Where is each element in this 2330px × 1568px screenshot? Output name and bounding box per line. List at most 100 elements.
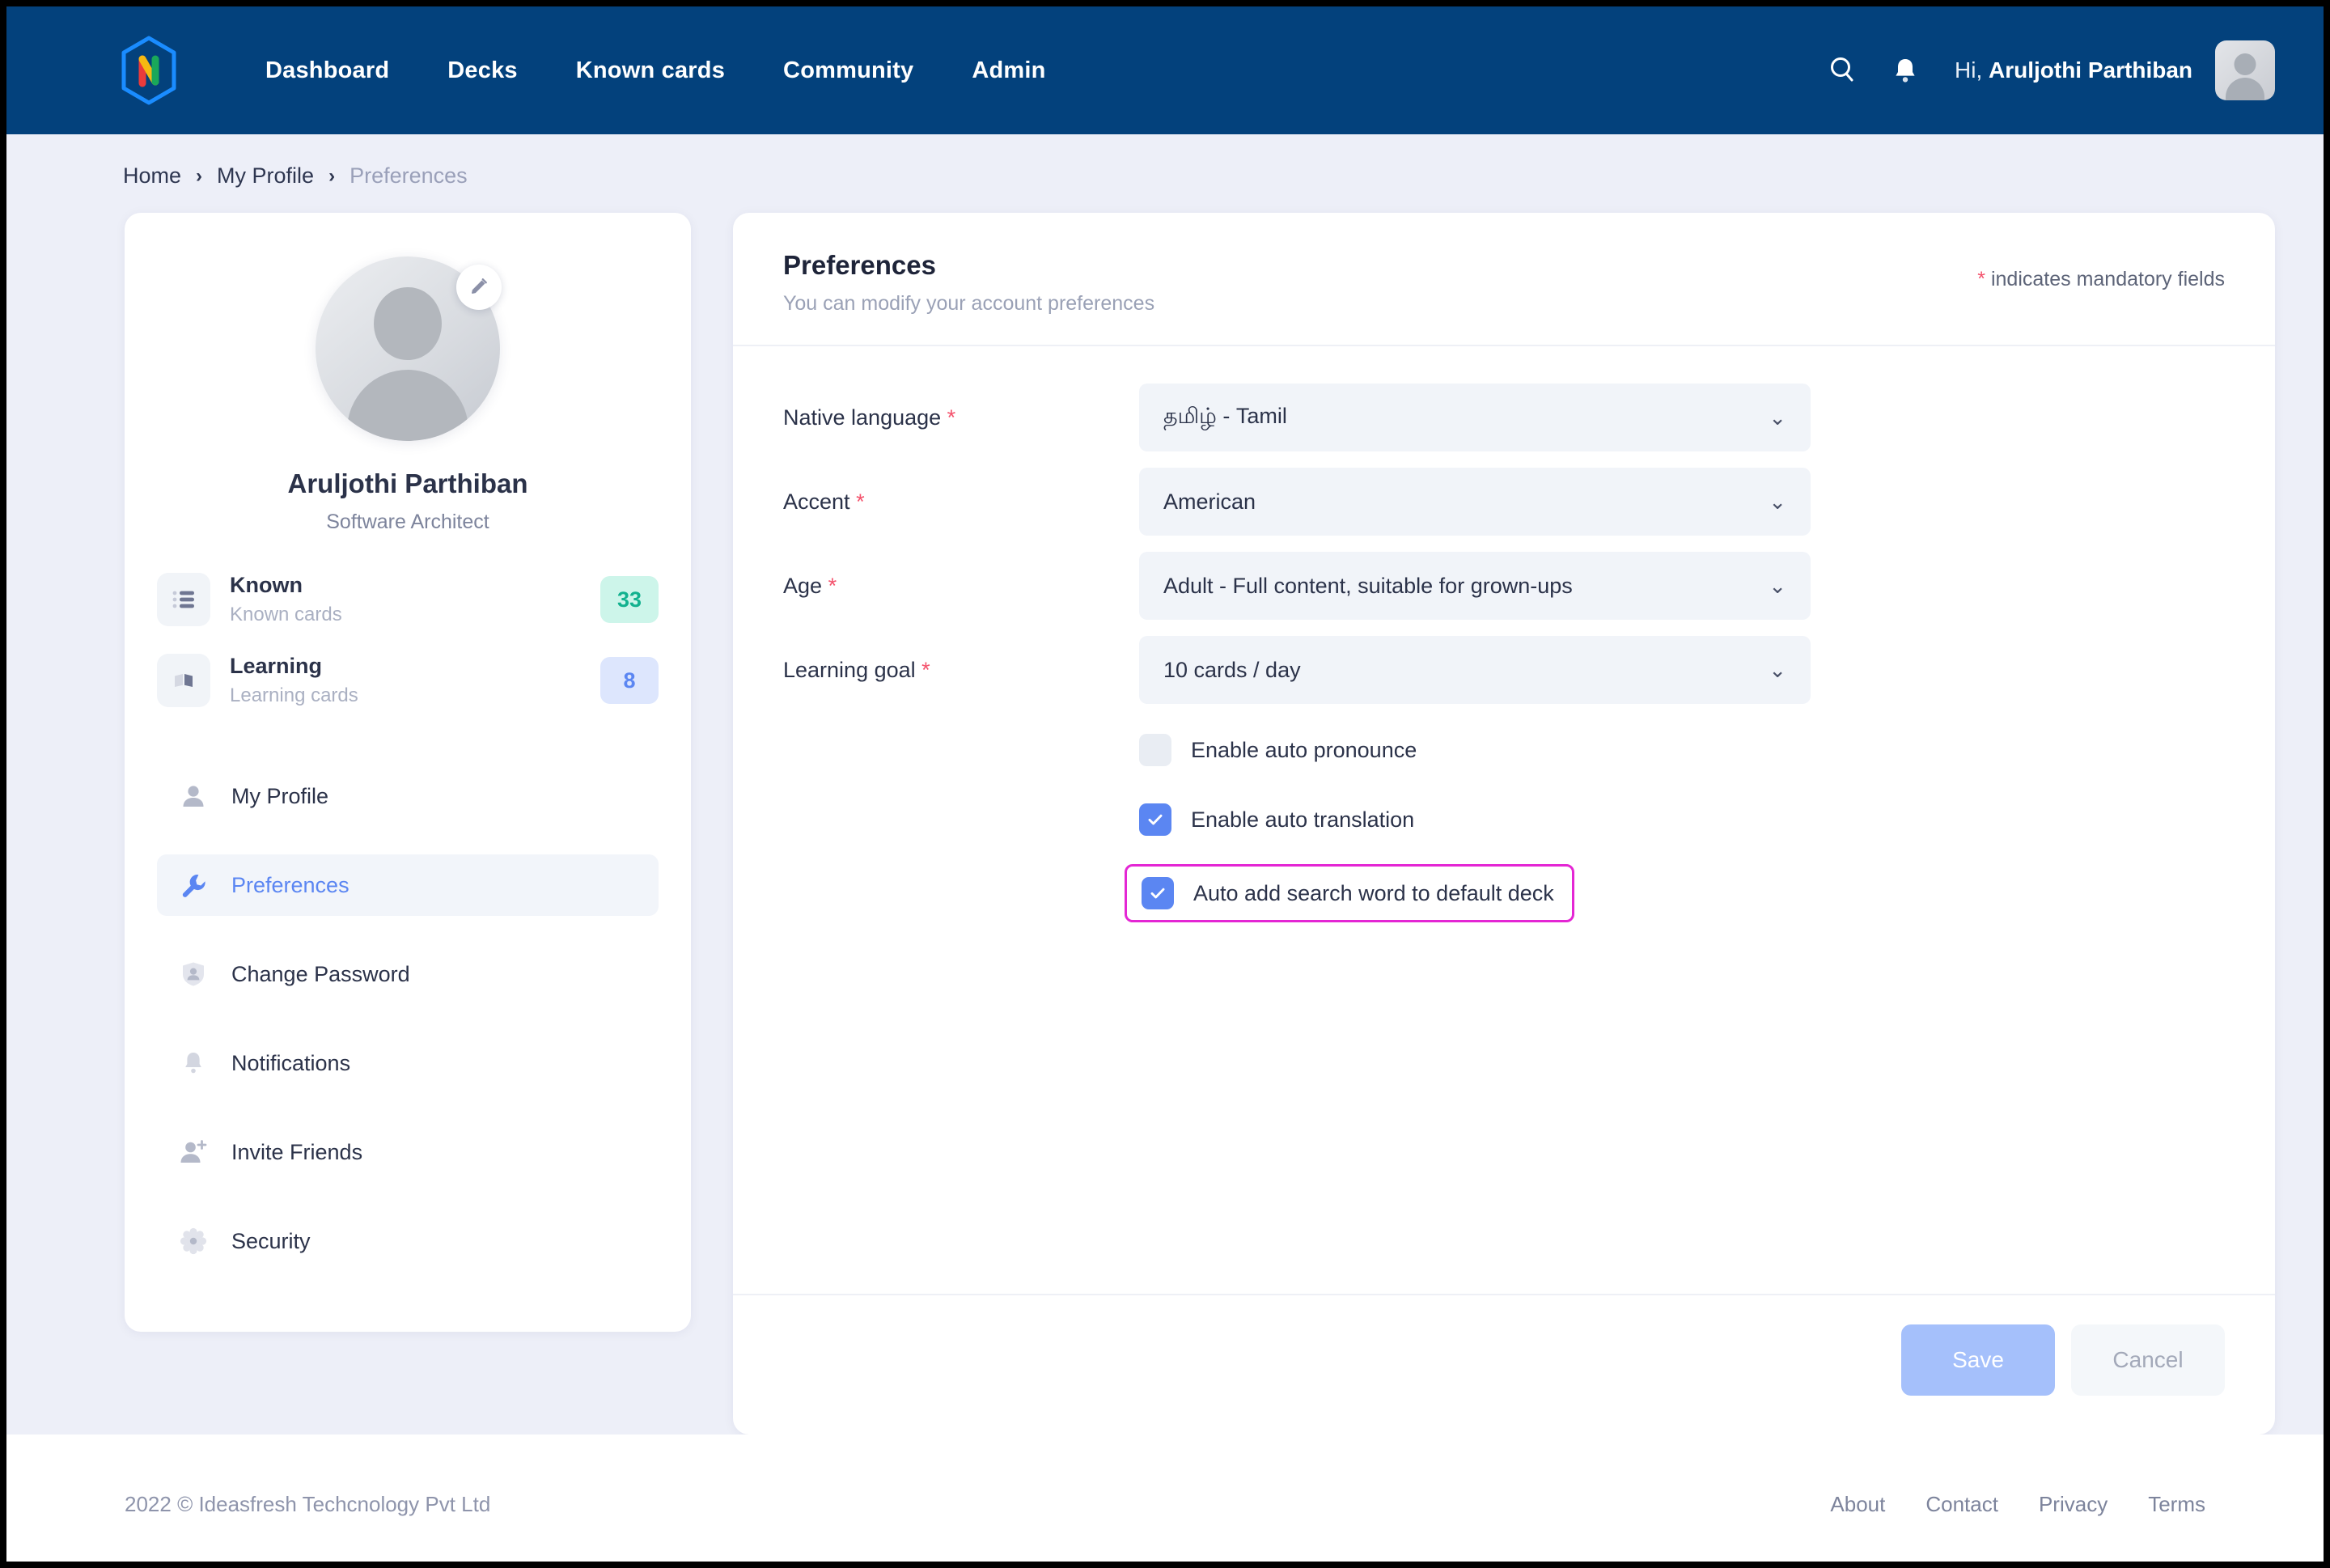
main-nav: Dashboard Decks Known cards Community Ad…	[236, 57, 1075, 84]
greeting-username: Aruljothi Parthiban	[1989, 57, 2192, 83]
chevron-down-icon: ⌄	[1769, 489, 1786, 514]
accent-value: American	[1163, 489, 1256, 514]
bell-icon	[1896, 59, 1915, 83]
preferences-checkbox-group: Enable auto pronounce Enable auto transl…	[783, 725, 2225, 922]
bell-icon	[178, 1048, 209, 1079]
check-icon	[1150, 888, 1165, 899]
field-accent: Accent * American ⌄	[783, 468, 2225, 536]
stat-learning-subtitle: Learning cards	[230, 684, 358, 706]
native-language-value: தமிழ் - Tamil	[1163, 403, 1287, 428]
mandatory-note-text: indicates mandatory fields	[1990, 268, 2225, 290]
book-icon-box	[157, 654, 210, 707]
age-select[interactable]: Adult - Full content, suitable for grown…	[1139, 552, 1811, 620]
checkbox-auto-add-search-word[interactable]	[1142, 877, 1174, 909]
app-logo[interactable]	[112, 33, 186, 108]
sidebar-item-my-profile[interactable]: My Profile	[157, 765, 659, 827]
sidebar-item-label: Preferences	[231, 872, 350, 897]
page-subtitle: You can modify your account preferences	[783, 292, 1155, 315]
checkbox-enable-auto-translation[interactable]	[1139, 803, 1171, 836]
field-label-text: Accent	[783, 489, 850, 514]
gear-icon	[178, 1226, 209, 1257]
footer-links: About Contact Privacy Terms	[1830, 1492, 2205, 1517]
nav-link-community[interactable]: Community	[754, 57, 943, 84]
nav-link-admin[interactable]: Admin	[943, 57, 1074, 84]
panel-header-text: Preferences You can modify your account …	[783, 250, 1154, 316]
stat-known[interactable]: Known Known cards 33	[157, 573, 659, 626]
avatar-body	[347, 370, 468, 441]
footer-link-privacy[interactable]: Privacy	[2039, 1492, 2108, 1517]
preferences-form: Native language * தமிழ் - Tamil ⌄ Accent…	[733, 346, 2275, 1294]
checkbox-label: Enable auto pronounce	[1191, 737, 1417, 762]
breadcrumb-item-my-profile[interactable]: My Profile	[217, 163, 314, 189]
checkbox-enable-auto-pronounce[interactable]	[1139, 734, 1171, 766]
checkbox-label: Auto add search word to default deck	[1193, 880, 1554, 905]
sidebar-item-security[interactable]: Security	[157, 1210, 659, 1272]
nav-link-decks[interactable]: Decks	[418, 57, 546, 84]
search-button[interactable]	[1811, 39, 1874, 102]
panel-header: Preferences You can modify your account …	[733, 213, 2275, 346]
footer-link-terms[interactable]: Terms	[2148, 1492, 2205, 1517]
stat-learning[interactable]: Learning Learning cards 8	[157, 654, 659, 707]
chevron-down-icon: ⌄	[1769, 657, 1786, 682]
stat-known-title: Known	[230, 573, 303, 597]
breadcrumb: Home › My Profile › Preferences	[6, 134, 2324, 189]
sidebar-item-notifications[interactable]: Notifications	[157, 1032, 659, 1094]
app-window: Dashboard Decks Known cards Community Ad…	[6, 6, 2324, 1562]
save-button[interactable]: Save	[1901, 1324, 2055, 1396]
field-learning-goal: Learning goal * 10 cards / day ⌄	[783, 636, 2225, 704]
breadcrumb-separator: ›	[328, 164, 336, 187]
native-language-select[interactable]: தமிழ் - Tamil ⌄	[1139, 384, 1811, 451]
age-value: Adult - Full content, suitable for grown…	[1163, 573, 1573, 598]
checkbox-row-auto-add-search-word[interactable]: Auto add search word to default deck	[1125, 864, 1574, 922]
profile-sidebar-card: Aruljothi Parthiban Software Architect K…	[125, 213, 691, 1332]
required-asterisk: *	[947, 405, 956, 430]
footer-link-contact[interactable]: Contact	[1925, 1492, 1998, 1517]
wrench-icon	[178, 870, 209, 901]
avatar-head	[2234, 53, 2256, 75]
hexagon-logo-icon	[121, 36, 176, 105]
cancel-button[interactable]: Cancel	[2071, 1324, 2225, 1396]
profile-name: Aruljothi Parthiban	[287, 468, 528, 498]
checkbox-row-enable-auto-translation[interactable]: Enable auto translation	[1139, 795, 1414, 845]
sidebar-item-label: Invite Friends	[231, 1139, 363, 1164]
field-label-text: Native language	[783, 405, 942, 430]
person-icon	[178, 781, 209, 812]
checkbox-row-enable-auto-pronounce[interactable]: Enable auto pronounce	[1139, 725, 1417, 775]
page-content: Aruljothi Parthiban Software Architect K…	[6, 189, 2324, 1435]
sidebar-item-invite-friends[interactable]: Invite Friends	[157, 1121, 659, 1183]
page-footer: 2022 © Ideasfresh Techcnology Pvt Ltd Ab…	[6, 1435, 2324, 1562]
field-label: Accent *	[783, 489, 1139, 515]
sidebar-item-label: My Profile	[231, 783, 329, 808]
breadcrumb-item-home[interactable]: Home	[123, 163, 181, 189]
mandatory-fields-note: * indicates mandatory fields	[1977, 268, 2225, 291]
page-title: Preferences	[783, 250, 936, 280]
nav-link-known-cards[interactable]: Known cards	[547, 57, 754, 84]
breadcrumb-item-preferences: Preferences	[350, 163, 468, 188]
profile-nav: My Profile Preferences Change Password N…	[157, 765, 659, 1272]
sidebar-item-change-password[interactable]: Change Password	[157, 943, 659, 1005]
accent-select[interactable]: American ⌄	[1139, 468, 1811, 536]
chevron-down-icon: ⌄	[1769, 573, 1786, 598]
stat-known-badge: 33	[600, 576, 659, 623]
edit-avatar-button[interactable]	[456, 265, 502, 310]
stat-learning-text: Learning Learning cards	[230, 654, 581, 707]
notifications-button[interactable]	[1874, 39, 1937, 102]
profile-role: Software Architect	[326, 511, 489, 533]
sidebar-item-preferences[interactable]: Preferences	[157, 854, 659, 916]
stat-learning-title: Learning	[230, 654, 323, 678]
shield-person-icon	[178, 959, 209, 990]
learning-goal-select[interactable]: 10 cards / day ⌄	[1139, 636, 1811, 704]
footer-link-about[interactable]: About	[1830, 1492, 1885, 1517]
stat-known-text: Known Known cards	[230, 573, 581, 626]
list-icon-box	[157, 573, 210, 626]
avatar[interactable]	[2215, 40, 2275, 100]
preferences-panel: Preferences You can modify your account …	[733, 213, 2275, 1435]
field-label: Native language *	[783, 405, 1139, 430]
avatar-body	[2226, 78, 2264, 100]
breadcrumb-separator: ›	[196, 164, 203, 187]
required-asterisk: *	[856, 489, 865, 514]
check-icon	[1148, 814, 1163, 825]
top-navigation-bar: Dashboard Decks Known cards Community Ad…	[6, 6, 2324, 134]
field-age: Age * Adult - Full content, suitable for…	[783, 552, 2225, 620]
nav-link-dashboard[interactable]: Dashboard	[236, 57, 418, 84]
